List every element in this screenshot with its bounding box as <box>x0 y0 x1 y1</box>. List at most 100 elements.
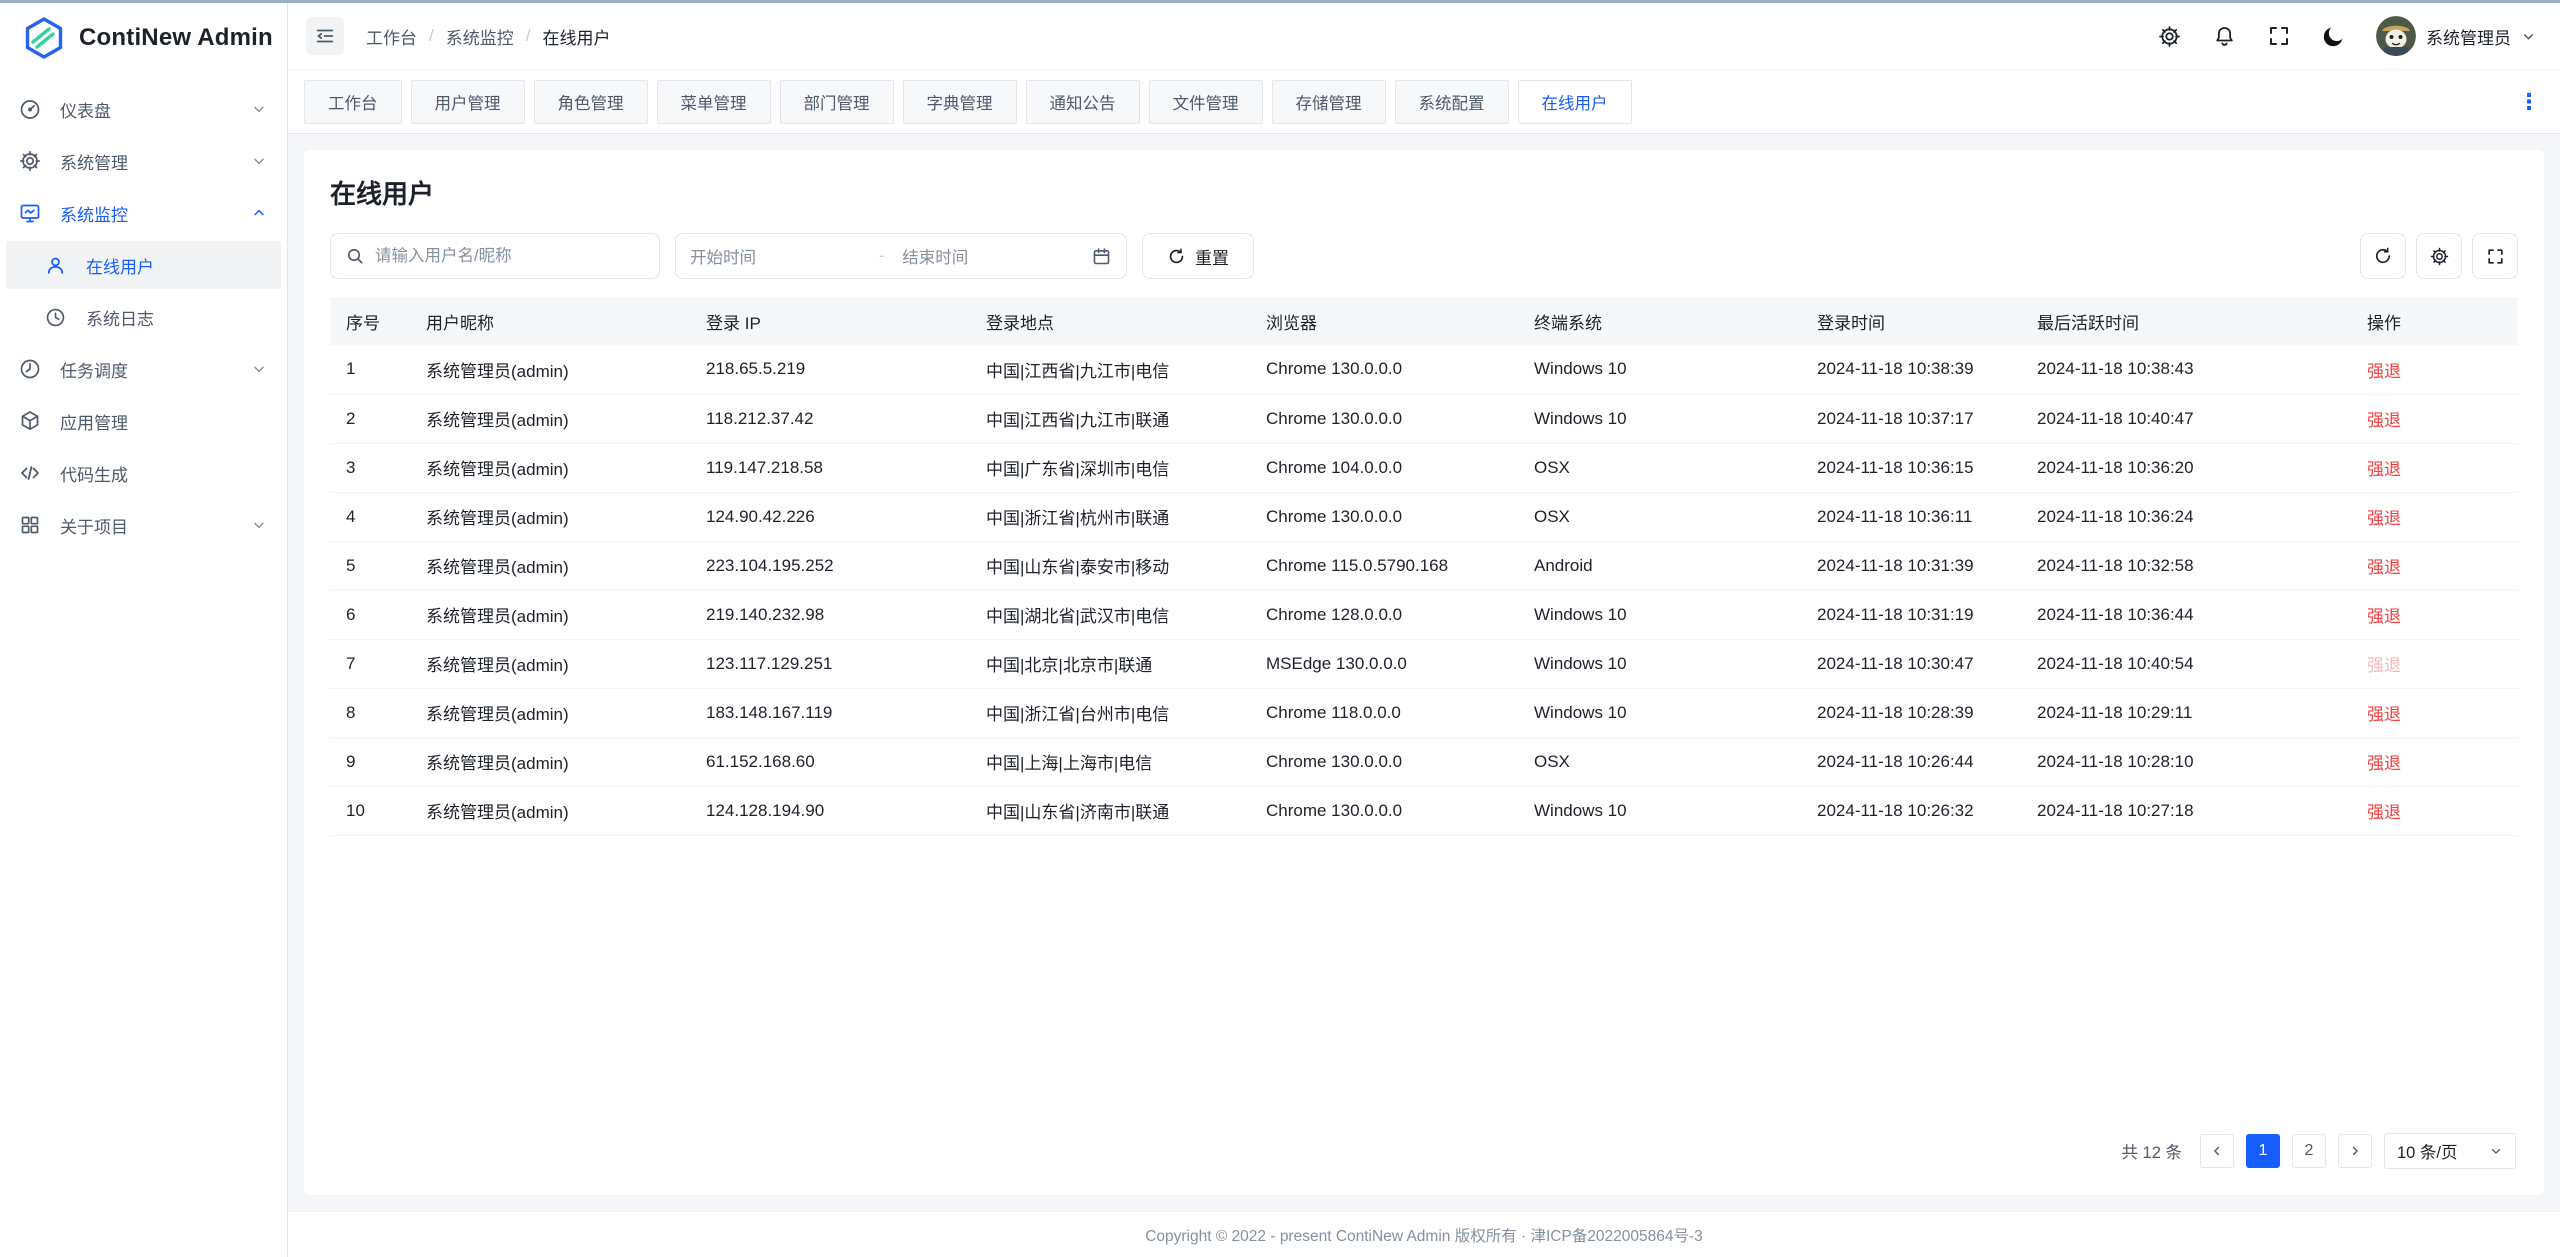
sidebar-item-system-log[interactable]: 系统日志 <box>6 293 281 341</box>
pagination-page-2[interactable]: 2 <box>2292 1134 2326 1168</box>
settings-icon[interactable] <box>2157 24 2182 49</box>
grid-icon <box>18 513 42 537</box>
pagination-prev-button[interactable] <box>2200 1134 2234 1168</box>
pagination-next-button[interactable] <box>2338 1134 2372 1168</box>
cell-nickname: 系统管理员(admin) <box>410 345 690 394</box>
pagination: 共 12 条 12 10 条/页 <box>330 1119 2518 1175</box>
sidebar-item-code-generation[interactable]: 代码生成 <box>6 449 281 497</box>
sidebar-item-label: 在线用户 <box>86 253 267 278</box>
sidebar-item-about-project[interactable]: 关于项目 <box>6 501 281 549</box>
column-header: 用户昵称 <box>410 297 690 345</box>
table-row: 4系统管理员(admin)124.90.42.226中国|浙江省|杭州市|联通C… <box>330 492 2518 541</box>
gear-icon <box>18 149 42 173</box>
force-logout-link[interactable]: 强退 <box>2367 509 2401 528</box>
sidebar-collapse-button[interactable] <box>306 17 344 55</box>
date-start-placeholder: 开始时间 <box>690 244 869 268</box>
force-logout-link[interactable]: 强退 <box>2367 803 2401 822</box>
cell-browser: Chrome 128.0.0.0 <box>1250 590 1518 639</box>
page-title: 在线用户 <box>330 174 2518 211</box>
date-range-picker[interactable]: 开始时间 - 结束时间 <box>675 233 1127 279</box>
breadcrumb-item[interactable]: 工作台 <box>366 24 417 49</box>
cell-location: 中国|广东省|深圳市|电信 <box>970 443 1250 492</box>
sidebar-item-system-management[interactable]: 系统管理 <box>6 137 281 185</box>
tab-部门管理[interactable]: 部门管理 <box>780 80 894 124</box>
search-field <box>330 233 660 279</box>
force-logout-link[interactable]: 强退 <box>2367 558 2401 577</box>
tab-在线用户[interactable]: 在线用户 <box>1518 80 1632 124</box>
sidebar-menu: 仪表盘 系统管理 <box>0 73 287 561</box>
date-end-placeholder: 结束时间 <box>902 244 1081 268</box>
app-logo[interactable]: ContiNew Admin <box>0 3 287 73</box>
tab-通知公告[interactable]: 通知公告 <box>1026 80 1140 124</box>
force-logout-link: 强退 <box>2367 656 2401 675</box>
cube-icon <box>18 409 42 433</box>
user-menu[interactable]: 系统管理员 <box>2376 16 2536 56</box>
cell-login_time: 2024-11-18 10:37:17 <box>1801 394 2021 443</box>
cell-index: 8 <box>330 688 410 737</box>
column-settings-button[interactable] <box>2416 233 2462 279</box>
cell-browser: Chrome 118.0.0.0 <box>1250 688 1518 737</box>
cell-os: OSX <box>1518 492 1801 541</box>
cell-os: Windows 10 <box>1518 590 1801 639</box>
column-header: 登录 IP <box>690 297 970 345</box>
online-users-table: 序号 用户昵称 登录 IP 登录地点 浏览器 终端系统 登录时间 最后活跃时间 … <box>330 297 2518 836</box>
fullscreen-icon <box>2486 247 2505 266</box>
sidebar-item-app-management[interactable]: 应用管理 <box>6 397 281 445</box>
force-logout-link[interactable]: 强退 <box>2367 411 2401 430</box>
cell-os: Windows 10 <box>1518 688 1801 737</box>
tabs-container: 工作台用户管理角色管理菜单管理部门管理字典管理通知公告文件管理存储管理系统配置在… <box>304 80 1632 124</box>
sidebar-item-task-scheduling[interactable]: 任务调度 <box>6 345 281 393</box>
tab-字典管理[interactable]: 字典管理 <box>903 80 1017 124</box>
bell-icon[interactable] <box>2212 24 2237 49</box>
force-logout-link[interactable]: 强退 <box>2367 705 2401 724</box>
avatar <box>2376 16 2416 56</box>
fullscreen-icon[interactable] <box>2267 24 2291 48</box>
cell-actions: 强退 <box>2351 786 2518 835</box>
cell-login_time: 2024-11-18 10:26:44 <box>1801 737 2021 786</box>
refresh-button[interactable] <box>2360 233 2406 279</box>
table-fullscreen-button[interactable] <box>2472 233 2518 279</box>
search-input[interactable] <box>375 247 645 266</box>
topbar-actions: 系统管理员 <box>2157 16 2536 56</box>
user-name: 系统管理员 <box>2426 24 2511 49</box>
reset-button[interactable]: 重置 <box>1142 233 1254 279</box>
cell-last_active: 2024-11-18 10:36:20 <box>2021 443 2351 492</box>
sidebar-item-label: 应用管理 <box>60 409 267 434</box>
code-icon <box>18 461 42 485</box>
page-size-select[interactable]: 10 条/页 <box>2384 1133 2516 1169</box>
force-logout-link[interactable]: 强退 <box>2367 607 2401 626</box>
pagination-pages: 12 <box>2246 1134 2326 1168</box>
page-size-value: 10 条/页 <box>2397 1139 2458 1163</box>
force-logout-link[interactable]: 强退 <box>2367 754 2401 773</box>
cell-actions: 强退 <box>2351 541 2518 590</box>
sidebar: ContiNew Admin 仪表盘 <box>0 3 288 1257</box>
page-tabs: 工作台用户管理角色管理菜单管理部门管理字典管理通知公告文件管理存储管理系统配置在… <box>288 70 2560 134</box>
tab-用户管理[interactable]: 用户管理 <box>411 80 525 124</box>
column-header: 操作 <box>2351 297 2518 345</box>
tab-角色管理[interactable]: 角色管理 <box>534 80 648 124</box>
breadcrumb-item[interactable]: 系统监控 <box>446 24 514 49</box>
schedule-clock-icon <box>18 357 42 381</box>
tab-系统配置[interactable]: 系统配置 <box>1395 80 1509 124</box>
sidebar-item-system-monitor[interactable]: 系统监控 <box>6 189 281 237</box>
sidebar-item-dashboard[interactable]: 仪表盘 <box>6 85 281 133</box>
pagination-page-1[interactable]: 1 <box>2246 1134 2280 1168</box>
cell-last_active: 2024-11-18 10:28:10 <box>2021 737 2351 786</box>
force-logout-link[interactable]: 强退 <box>2367 362 2401 381</box>
cell-location: 中国|上海|上海市|电信 <box>970 737 1250 786</box>
tab-文件管理[interactable]: 文件管理 <box>1149 80 1263 124</box>
tab-工作台[interactable]: 工作台 <box>304 80 402 124</box>
cell-ip: 124.90.42.226 <box>690 492 970 541</box>
force-logout-link[interactable]: 强退 <box>2367 460 2401 479</box>
dark-mode-moon-icon[interactable] <box>2321 24 2346 49</box>
tab-存储管理[interactable]: 存储管理 <box>1272 80 1386 124</box>
cell-ip: 223.104.195.252 <box>690 541 970 590</box>
cell-nickname: 系统管理员(admin) <box>410 639 690 688</box>
tab-菜单管理[interactable]: 菜单管理 <box>657 80 771 124</box>
sidebar-item-online-users[interactable]: 在线用户 <box>6 241 281 289</box>
tabs-more-icon[interactable]: ⋮ <box>2514 89 2544 115</box>
reset-label: 重置 <box>1195 244 1229 269</box>
app-title: ContiNew Admin <box>79 24 273 52</box>
column-header: 浏览器 <box>1250 297 1518 345</box>
sidebar-item-label: 仪表盘 <box>60 97 251 122</box>
